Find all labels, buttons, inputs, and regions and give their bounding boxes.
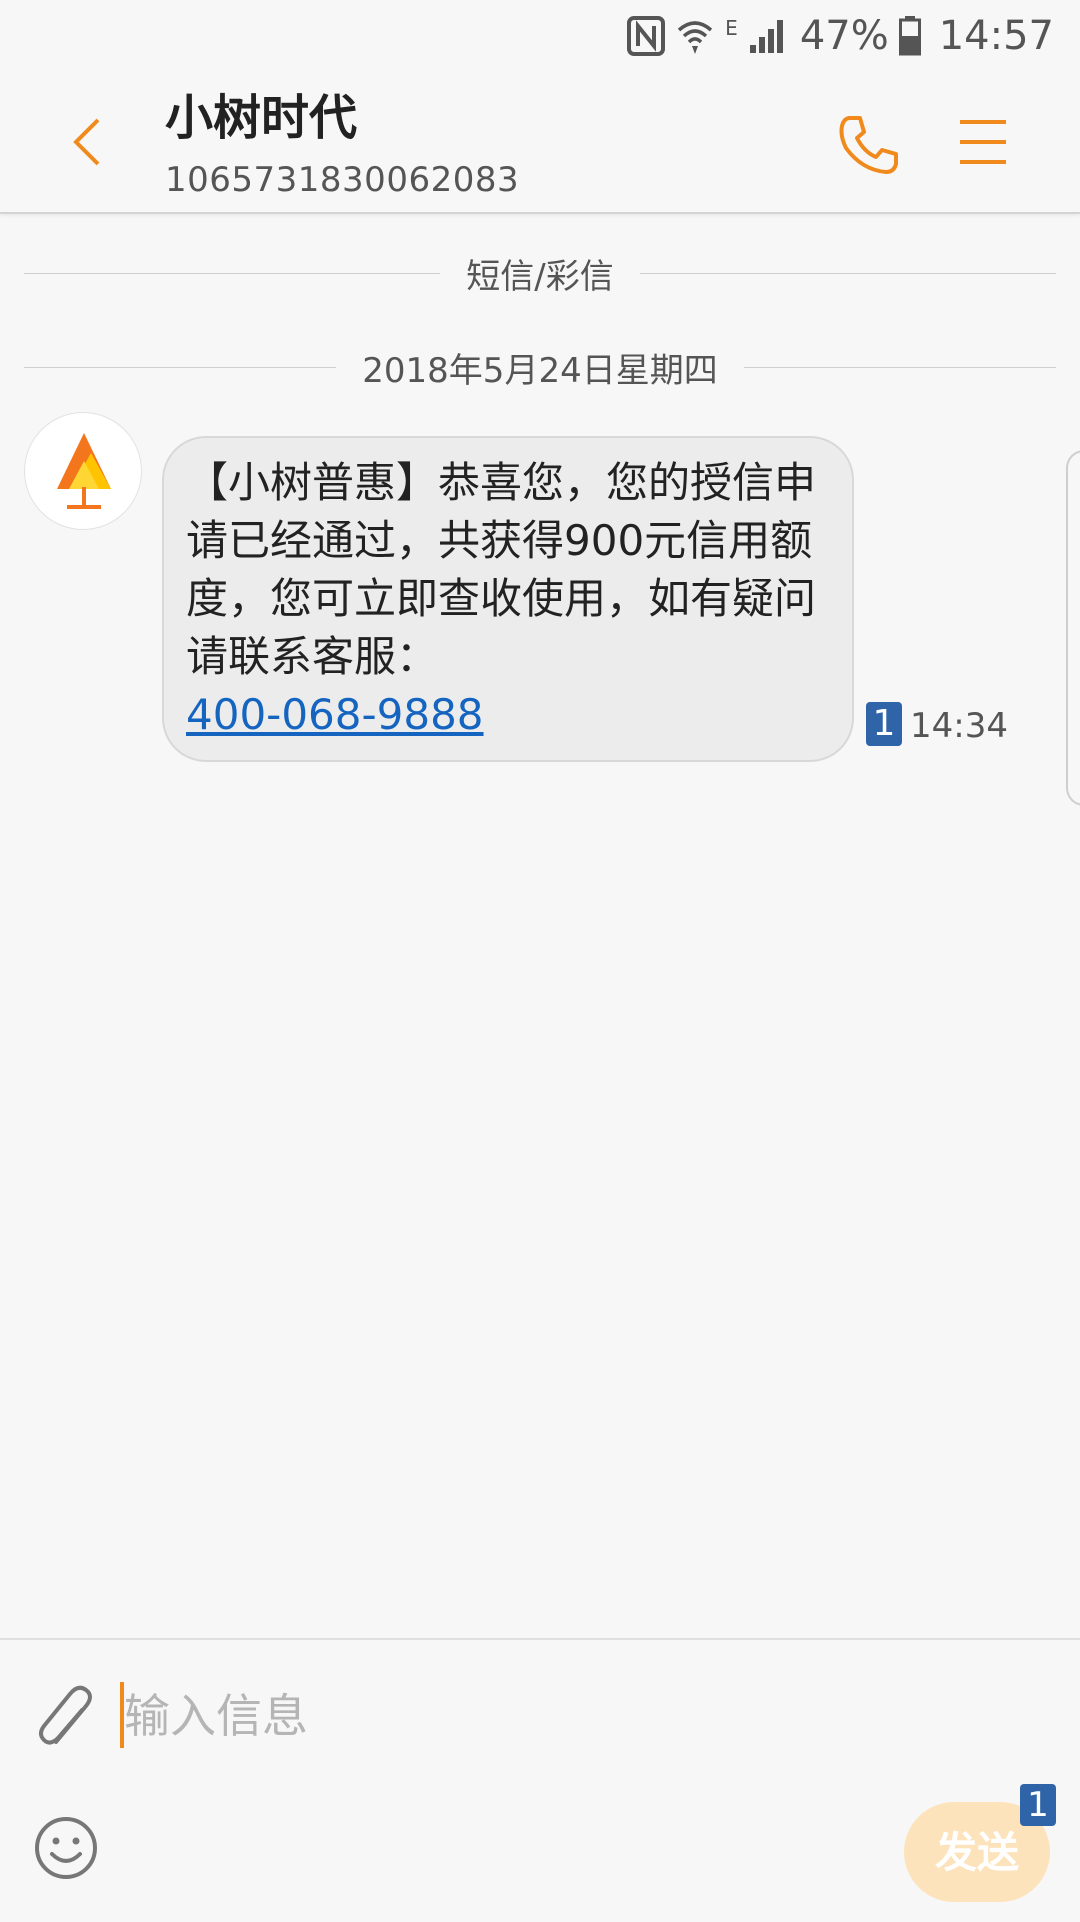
battery-percent: 47% xyxy=(799,13,889,59)
menu-button[interactable] xyxy=(958,114,1010,170)
message-input[interactable] xyxy=(120,1676,924,1756)
wifi-icon xyxy=(675,16,715,56)
text-cursor xyxy=(120,1682,124,1748)
message-type-divider: 短信/彩信 xyxy=(24,248,1056,298)
message-type-label: 短信/彩信 xyxy=(466,256,614,297)
nfc-icon xyxy=(627,16,666,56)
network-type-label: E xyxy=(725,16,738,40)
phone-link[interactable]: 400-068-9888 xyxy=(186,686,830,744)
date-divider: 2018年5月24日星期四 xyxy=(24,342,1056,392)
message-time: 14:34 xyxy=(910,706,1008,746)
chevron-left-icon xyxy=(73,118,100,166)
scroll-handle[interactable] xyxy=(1066,450,1080,806)
sim-badge: 1 xyxy=(866,702,902,746)
composer-area: 发送 1 xyxy=(0,1638,1080,1922)
send-sim-badge: 1 xyxy=(1020,1784,1056,1826)
back-button[interactable] xyxy=(60,112,120,172)
divider-line xyxy=(743,366,1056,368)
hamburger-menu-icon xyxy=(960,120,1006,164)
contact-number: 1065731830062083 xyxy=(165,160,520,200)
smiley-icon xyxy=(35,1817,97,1879)
message-text: 【小树普惠】恭喜您，您的授信申请已经通过，共获得900元信用额度，您可立即查收使… xyxy=(186,458,817,681)
sender-avatar[interactable] xyxy=(24,412,142,530)
phone-icon xyxy=(839,116,898,174)
message-bubble[interactable]: 【小树普惠】恭喜您，您的授信申请已经通过，共获得900元信用额度，您可立即查收使… xyxy=(162,436,854,762)
conversation-header: 小树时代 1065731830062083 xyxy=(0,72,1080,214)
orange-tree-logo-icon xyxy=(57,433,111,509)
attach-button[interactable] xyxy=(34,1680,98,1752)
contact-name: 小树时代 xyxy=(165,90,358,146)
paperclip-icon xyxy=(39,1685,92,1745)
divider-line xyxy=(24,272,441,274)
call-button[interactable] xyxy=(836,112,902,178)
date-label: 2018年5月24日星期四 xyxy=(362,350,718,391)
divider-line xyxy=(639,272,1056,274)
emoji-button[interactable] xyxy=(34,1816,98,1880)
status-bar: E 47% 14:57 xyxy=(0,0,1080,72)
battery-icon xyxy=(898,16,921,56)
signal-icon xyxy=(748,17,788,55)
status-time: 14:57 xyxy=(938,13,1054,59)
divider-line xyxy=(24,366,337,368)
